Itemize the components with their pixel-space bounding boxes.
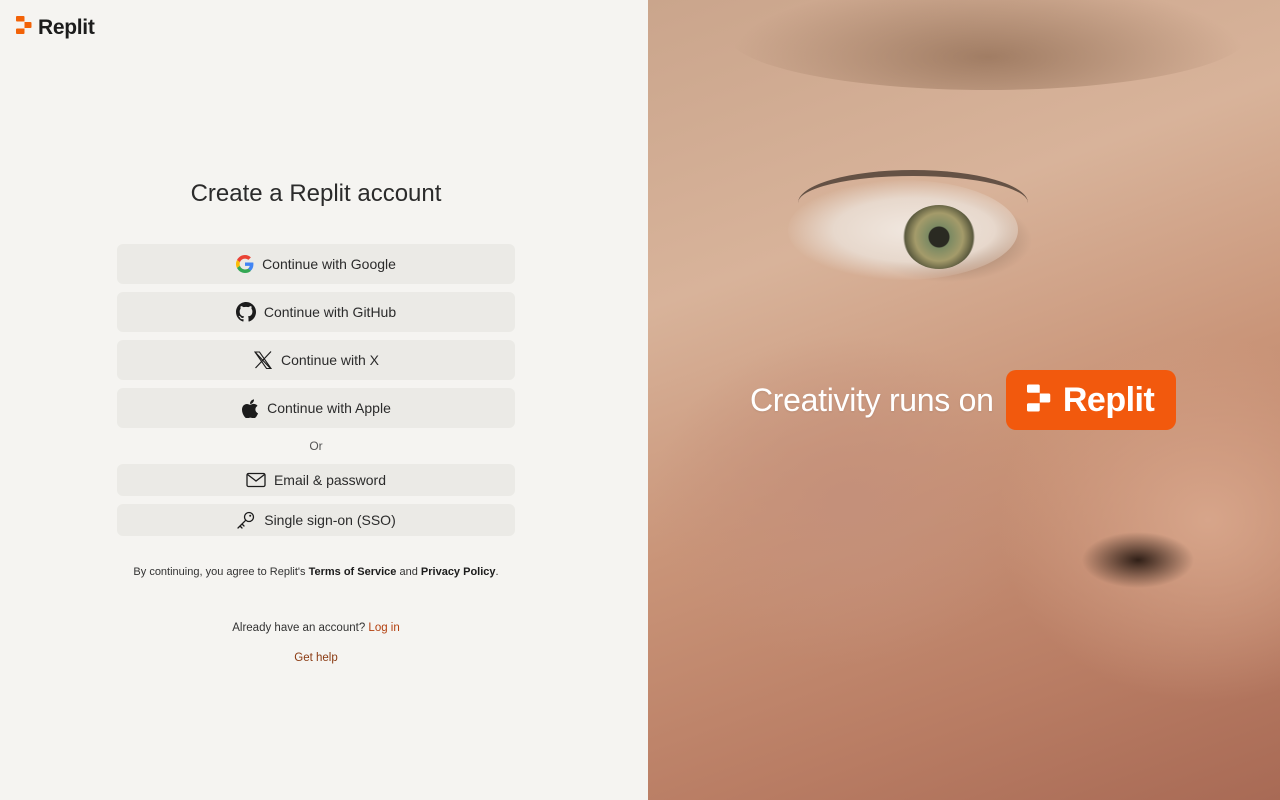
signup-form: Create a Replit account Continue with Go…	[117, 174, 515, 664]
provider-buttons: Continue with Google Continue with GitHu…	[117, 244, 515, 428]
signup-page: Replit Create a Replit account Continue …	[0, 0, 1280, 800]
apple-icon	[241, 398, 259, 418]
get-help-link[interactable]: Get help	[294, 652, 337, 664]
hero-brand-pill: Replit	[1005, 370, 1176, 430]
login-prompt: Already have an account? Log in	[117, 622, 515, 634]
replit-logo-icon	[1026, 383, 1051, 418]
terms-notice: By continuing, you agree to Replit's Ter…	[117, 564, 515, 580]
hero-photo-brow	[728, 0, 1248, 90]
help-section: Get help	[117, 652, 515, 664]
google-icon	[236, 255, 254, 273]
signup-panel: Replit Create a Replit account Continue …	[0, 0, 648, 800]
hero-brand-name: Replit	[1062, 380, 1155, 419]
continue-with-x-label: Continue with X	[280, 352, 380, 368]
replit-logo-icon	[16, 15, 32, 40]
continue-with-apple-button[interactable]: Continue with Apple	[117, 388, 515, 428]
sso-button[interactable]: Single sign-on (SSO)	[117, 504, 515, 536]
log-in-link[interactable]: Log in	[368, 622, 399, 634]
hero-tagline-text: Creativity runs on	[750, 381, 994, 418]
continue-with-github-label: Continue with GitHub	[263, 304, 397, 320]
key-icon	[236, 510, 256, 530]
terms-and: and	[399, 566, 418, 578]
github-icon	[235, 302, 256, 322]
or-divider: Or	[309, 439, 323, 453]
brand-logo-link[interactable]: Replit	[16, 15, 95, 40]
continue-with-google-button[interactable]: Continue with Google	[117, 244, 515, 284]
terms-of-service-link[interactable]: Terms of Service	[309, 566, 397, 578]
alternative-signin-buttons: Email & password Single sign-on (SSO)	[117, 464, 515, 536]
hero-photo-iris	[903, 205, 975, 269]
terms-suffix: .	[495, 566, 499, 578]
login-prompt-text: Already have an account?	[232, 622, 366, 634]
continue-with-x-button[interactable]: Continue with X	[117, 340, 515, 380]
hero-tagline: Creativity runs on Replit	[750, 370, 1176, 430]
sso-label: Single sign-on (SSO)	[264, 512, 396, 528]
continue-with-apple-label: Continue with Apple	[267, 400, 391, 416]
email-password-label: Email & password	[273, 472, 387, 488]
privacy-policy-link[interactable]: Privacy Policy	[421, 566, 496, 578]
email-password-button[interactable]: Email & password	[117, 464, 515, 496]
continue-with-github-button[interactable]: Continue with GitHub	[117, 292, 515, 332]
hero-panel: Creativity runs on Replit	[648, 0, 1280, 800]
x-icon	[253, 350, 273, 370]
page-title: Create a Replit account	[190, 180, 442, 207]
mail-icon	[246, 472, 266, 488]
brand-name: Replit	[38, 15, 95, 39]
continue-with-google-label: Continue with Google	[262, 256, 396, 272]
terms-prefix: By continuing, you agree to Replit's	[133, 566, 306, 578]
